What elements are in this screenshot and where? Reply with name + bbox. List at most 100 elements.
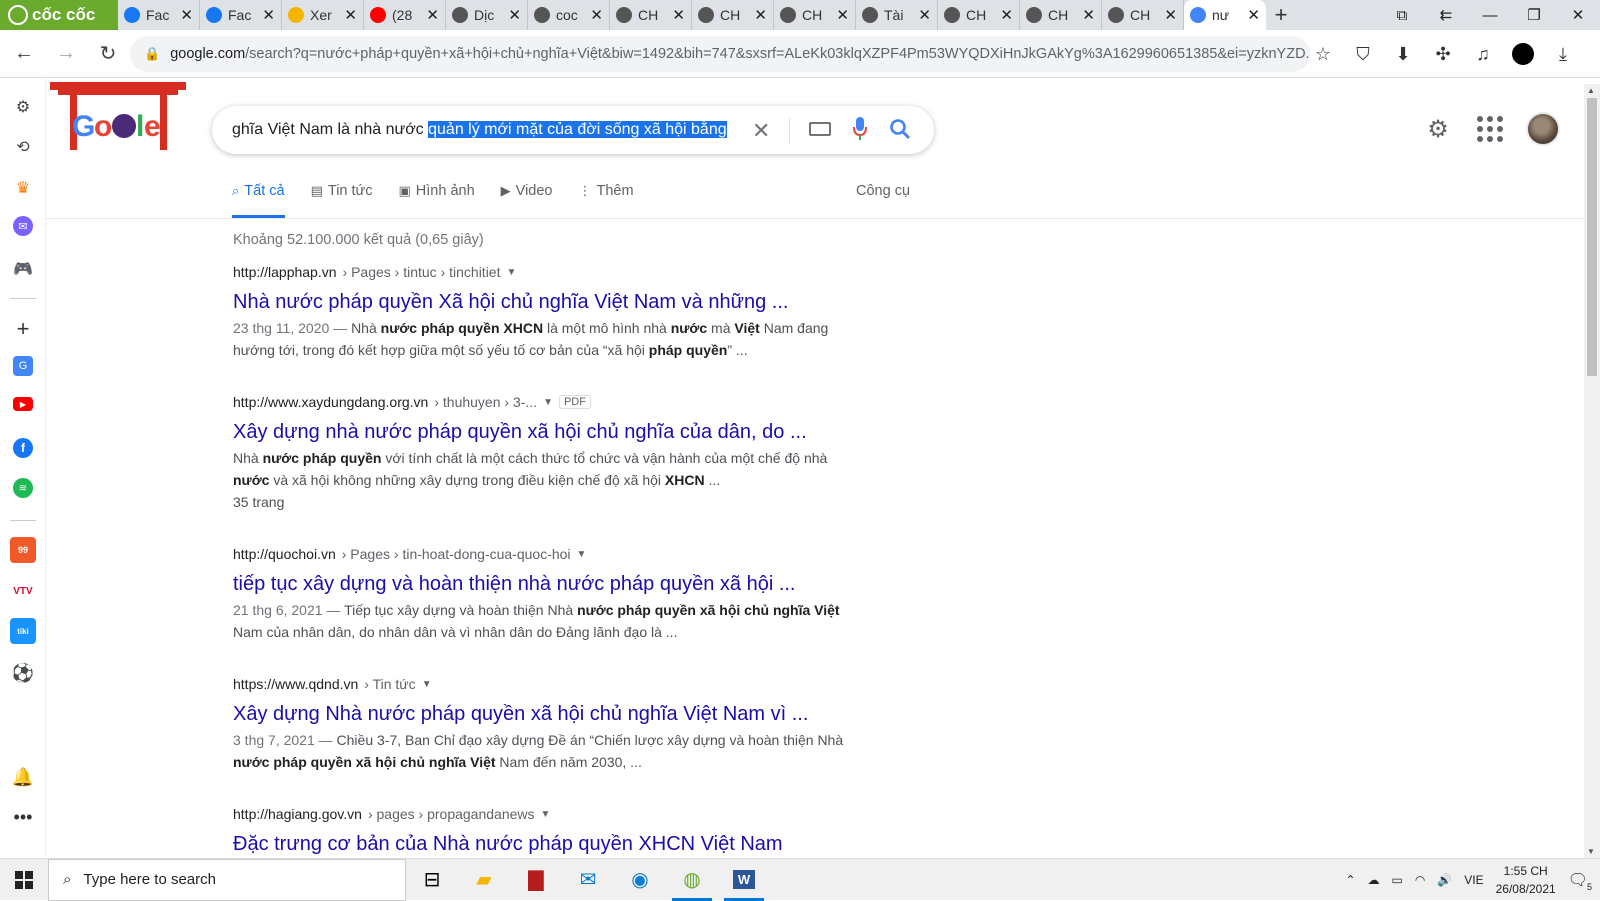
chevron-down-icon[interactable]: ▼ (506, 267, 516, 278)
facebook-icon[interactable]: f (13, 438, 33, 458)
vtv-icon[interactable]: VTV (10, 578, 36, 604)
translate-icon[interactable]: G (13, 356, 33, 376)
tab-more-vert[interactable]: ⋮ Thêm (578, 183, 633, 218)
vertical-scrollbar[interactable]: ▲ ▼ (1584, 84, 1600, 858)
scroll-down-icon[interactable]: ▼ (1587, 847, 1595, 856)
football-icon[interactable]: ⚽ (10, 660, 36, 686)
spotify-icon[interactable]: ≋ (13, 478, 33, 498)
file-explorer-icon[interactable]: ▰ (458, 859, 510, 901)
close-tab-icon[interactable]: ✕ (918, 6, 931, 24)
keyboard-icon[interactable] (809, 122, 831, 136)
result-title-link[interactable]: tiếp tục xây dựng và hoàn thiện nhà nước… (233, 571, 863, 597)
close-tab-icon[interactable]: ✕ (672, 6, 685, 24)
coccoc-taskbar-icon[interactable]: ◍ (666, 859, 718, 901)
close-tab-icon[interactable]: ✕ (836, 6, 849, 24)
browser-tab[interactable]: nư ✕ (1184, 0, 1266, 30)
account-avatar[interactable] (1526, 112, 1560, 146)
messenger-icon[interactable]: ✉ (13, 216, 33, 236)
wifi-icon[interactable]: ◠ (1415, 873, 1425, 887)
close-tab-icon[interactable]: ✕ (1082, 6, 1095, 24)
apps-grid-icon[interactable] (1474, 113, 1506, 145)
notification-center-icon[interactable]: 🗨 5 (1568, 870, 1592, 892)
browser-tab[interactable]: Xer ✕ (282, 0, 364, 30)
tiki-icon[interactable]: tiki (10, 618, 36, 644)
download-page-icon[interactable]: ⬇ (1386, 36, 1420, 72)
close-tab-icon[interactable]: ✕ (344, 6, 357, 24)
word-icon[interactable]: W (718, 859, 770, 901)
back-button[interactable]: ← (6, 36, 42, 72)
mail-icon[interactable]: ✉ (562, 859, 614, 901)
settings-gear-icon[interactable]: ⚙ (1422, 113, 1454, 145)
windows-start-button[interactable] (0, 859, 48, 901)
scrollbar-thumb[interactable] (1587, 98, 1597, 376)
result-url[interactable]: http://www.xaydungdang.org.vn › thuhuyen… (233, 394, 863, 410)
close-tab-icon[interactable]: ✕ (754, 6, 767, 24)
close-tab-icon[interactable]: ✕ (1164, 6, 1177, 24)
close-tab-icon[interactable]: ✕ (1247, 6, 1260, 24)
chevron-down-icon[interactable]: ▼ (543, 397, 553, 408)
chevron-down-icon[interactable]: ▼ (577, 549, 587, 560)
result-title-link[interactable]: Đặc trưng cơ bản của Nhà nước pháp quyền… (233, 831, 863, 857)
tab-search[interactable]: ⌕ Tất cả (232, 183, 285, 218)
settings-icon[interactable]: ⚙ (10, 94, 36, 120)
scroll-up-icon[interactable]: ▲ (1587, 86, 1595, 95)
close-tab-icon[interactable]: ✕ (180, 6, 193, 24)
profile-icon[interactable] (1506, 36, 1540, 72)
coccoc-menu-button[interactable]: cốc cốc (0, 0, 118, 30)
close-window-button[interactable]: ✕ (1556, 0, 1600, 30)
browser-tab[interactable]: CH ✕ (938, 0, 1020, 30)
result-title-link[interactable]: Xây dựng Nhà nước pháp quyền xã hội chủ … (233, 701, 863, 727)
tab-video[interactable]: ▶ Video (501, 183, 553, 218)
close-tab-icon[interactable]: ✕ (426, 6, 439, 24)
result-url[interactable]: http://hagiang.gov.vn › pages › propagan… (233, 806, 863, 822)
close-tab-icon[interactable]: ✕ (1000, 6, 1013, 24)
chevron-down-icon[interactable]: ▼ (541, 809, 551, 820)
task-view-icon[interactable]: ⊟ (406, 859, 458, 901)
battery-icon[interactable]: ▭ (1392, 873, 1403, 887)
edge-icon[interactable]: ◉ (614, 859, 666, 901)
volume-icon[interactable]: 🔊 (1437, 873, 1452, 887)
result-url[interactable]: https://www.qdnd.vn › Tin tức ▼ (233, 676, 863, 692)
google-doodle-logo[interactable]: G o l e (48, 80, 188, 152)
browser-tab[interactable]: CH ✕ (692, 0, 774, 30)
taskbar-search-input[interactable]: ⌕ Type here to search (48, 858, 406, 901)
tools-button[interactable]: Công cụ (856, 183, 910, 199)
browser-tab[interactable]: Fac ✕ (118, 0, 200, 30)
game-app-icon[interactable]: ▇ (510, 859, 562, 901)
browser-tab[interactable]: CH ✕ (774, 0, 856, 30)
reload-button[interactable]: ↻ (90, 36, 126, 72)
history-icon[interactable]: ⟲ (10, 134, 36, 160)
close-tab-icon[interactable]: ✕ (508, 6, 521, 24)
browser-tab[interactable]: Dịc ✕ (446, 0, 528, 30)
tab-news[interactable]: ▤ Tin tức (311, 183, 373, 218)
chevron-down-icon[interactable]: ▼ (422, 679, 432, 690)
shop-99-icon[interactable]: 99 (10, 537, 36, 563)
browser-tab[interactable]: (28 ✕ (364, 0, 446, 30)
close-tab-icon[interactable]: ✕ (590, 6, 603, 24)
gamepad-icon[interactable]: 🎮 (10, 256, 36, 282)
show-hidden-icons-icon[interactable]: ⌃ (1345, 873, 1355, 887)
search-input[interactable]: ghĩa Việt Nam là nhà nước quản lý mới mặ… (212, 106, 934, 154)
browser-tab[interactable]: CH ✕ (1020, 0, 1102, 30)
result-title-link[interactable]: Nhà nước pháp quyền Xã hội chủ nghĩa Việ… (233, 289, 863, 315)
result-title-link[interactable]: Xây dựng nhà nước pháp quyền xã hội chủ … (233, 419, 863, 445)
language-indicator[interactable]: VIE (1464, 873, 1483, 887)
extensions-icon[interactable]: ✣ (1426, 36, 1460, 72)
downloads-icon[interactable]: ⤓ (1546, 36, 1580, 72)
new-tab-button[interactable]: + (1266, 0, 1296, 30)
address-bar[interactable]: 🔒 google.com/search?q=nước+pháp+quyền+xã… (130, 36, 1310, 72)
microphone-icon[interactable] (852, 116, 868, 147)
shield-icon[interactable]: ⛉ (1346, 36, 1380, 72)
result-url[interactable]: http://quochoi.vn › Pages › tin-hoat-don… (233, 546, 863, 562)
tab-image[interactable]: ▣ Hình ảnh (399, 183, 475, 218)
browser-tab[interactable]: coc ✕ (528, 0, 610, 30)
browser-tab[interactable]: Tài ✕ (856, 0, 938, 30)
browser-tab[interactable]: Fac ✕ (200, 0, 282, 30)
close-tab-icon[interactable]: ✕ (262, 6, 275, 24)
crown-icon[interactable]: ♛ (10, 175, 36, 201)
bookmark-star-icon[interactable]: ☆ (1306, 36, 1340, 72)
notification-bell-icon[interactable]: 🔔 (10, 764, 36, 790)
clock[interactable]: 1:55 CH 26/08/2021 (1496, 862, 1556, 898)
restore-button[interactable]: ❐ (1512, 0, 1556, 30)
tab-search-icon[interactable]: ⧉ (1380, 0, 1424, 30)
